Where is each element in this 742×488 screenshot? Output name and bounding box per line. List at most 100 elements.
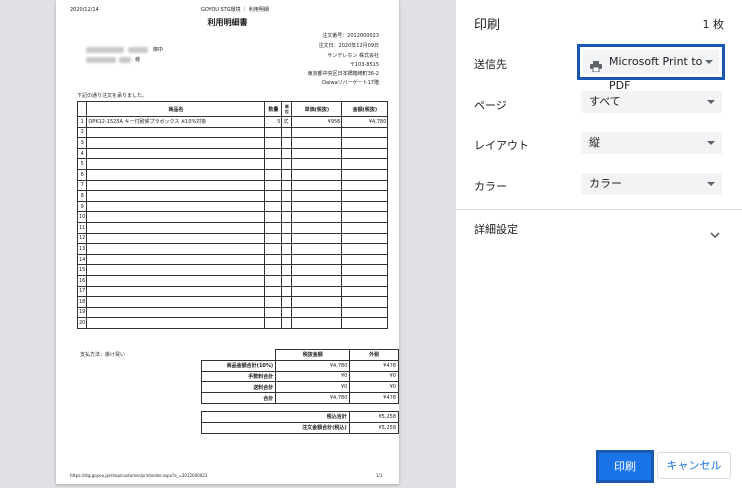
cell-qty (264, 274, 283, 287)
cell-amount (341, 190, 389, 202)
table-row: 19 (76, 306, 389, 319)
cell-qty: 5 (264, 116, 283, 128)
cell-no: 10 (76, 211, 88, 223)
cell-no: 5 (76, 158, 88, 170)
order-date: 注文日：2020年12月09日 (318, 43, 379, 49)
cell-price (291, 200, 343, 213)
cell-name (86, 190, 266, 202)
total-value: ¥5,258 (348, 421, 400, 434)
payment-method: 支払方法：掛け買い (80, 352, 126, 358)
cell-unit (281, 211, 293, 223)
summary-excl: ¥4,780 (275, 359, 351, 372)
table-row: 13 (76, 243, 389, 255)
cell-name (86, 253, 266, 266)
page-number: 1/1 (376, 473, 383, 478)
cell-price (291, 221, 343, 234)
table-row: 14 (76, 253, 389, 266)
cell-name (86, 232, 266, 245)
cell-no: 3 (76, 137, 88, 149)
cell-no: 15 (76, 264, 88, 276)
cell-unit: 式 (281, 116, 293, 128)
cancel-button[interactable]: キャンセル (657, 452, 731, 479)
pages-label: ページ (474, 99, 507, 112)
cell-amount (341, 179, 389, 192)
more-settings-toggle[interactable]: 詳細設定 (456, 214, 742, 242)
cell-no: 16 (76, 274, 88, 287)
address-line-1: 東京都中央区日本橋箱崎町36-2 (307, 71, 379, 77)
cell-no: 6 (76, 168, 88, 181)
print-button[interactable]: 印刷 (596, 450, 654, 483)
table-row: 20 (76, 317, 389, 329)
layout-select[interactable]: 縦 (581, 132, 722, 154)
cell-price (291, 190, 343, 202)
recipient-suffix: 御中 (153, 47, 164, 53)
cell-unit (281, 179, 293, 192)
items-header-row: 商品名 数量 単位 単価(税抜) 金額(税抜) (76, 101, 389, 117)
cell-name (86, 264, 266, 276)
cell-unit (281, 137, 293, 149)
layout-label: レイアウト (474, 139, 529, 152)
cell-no: 11 (76, 221, 88, 234)
cell-qty (264, 221, 283, 234)
cell-unit (281, 296, 293, 308)
summary-header-row: 税抜金額 外税 (202, 349, 399, 361)
cell-no: 13 (76, 243, 88, 255)
total-row: 注文金額合計(税込) ¥5,258 (201, 421, 400, 434)
cell-qty (264, 158, 283, 170)
table-row: 10 (76, 211, 389, 223)
cell-amount (341, 147, 389, 160)
color-select[interactable]: カラー (581, 173, 722, 195)
chevron-down-icon (705, 60, 713, 64)
company-name: サンデレホン 株式会社 (327, 53, 379, 59)
cell-price (291, 243, 343, 255)
cell-unit (281, 253, 293, 266)
table-row: 2 (76, 126, 389, 139)
cell-qty (264, 253, 283, 266)
cell-no: 2 (76, 126, 88, 139)
cell-no: 9 (76, 200, 88, 213)
panel-divider (456, 209, 742, 210)
order-number: 注文番号：2012000023 (322, 33, 379, 39)
cell-price (291, 137, 343, 149)
cell-amount (341, 158, 389, 170)
printer-icon (590, 57, 602, 81)
table-row: 16 (76, 274, 389, 287)
cell-no: 19 (76, 306, 88, 319)
cell-qty (264, 285, 283, 298)
table-row: 4 (76, 147, 389, 160)
doc-title: 利用明細書 (207, 18, 248, 27)
table-row: 3 (76, 137, 389, 149)
cell-qty (264, 137, 283, 149)
cell-amount: ¥4,780 (341, 116, 389, 128)
cell-unit (281, 147, 293, 160)
destination-label: 送信先 (474, 58, 507, 71)
summary-label: 手数料合計 (200, 370, 277, 383)
total-value: ¥5,258 (348, 411, 400, 423)
address-line-2: Daiwaリバーゲート17階 (322, 80, 379, 86)
redacted-name (86, 57, 116, 63)
cell-amount (341, 306, 389, 319)
pages-select[interactable]: すべて (581, 91, 722, 113)
table-row: 12 (76, 232, 389, 245)
col-no (76, 101, 88, 117)
cell-price (291, 158, 343, 170)
summary-row: 送料合計 ¥0 ¥0 (200, 381, 399, 394)
cell-price (291, 296, 343, 308)
cell-unit (281, 126, 293, 139)
cell-unit (281, 306, 293, 319)
cell-qty (264, 179, 283, 192)
doc-header: GOYOU STG環境 ｜ 利用明細 (201, 7, 269, 13)
summary-head-tax: 外税 (349, 349, 399, 361)
recipient-suffix-2: 様 (135, 57, 141, 63)
summary-row: 手数料合計 ¥0 ¥0 (200, 370, 399, 383)
cell-amount (341, 221, 389, 234)
intro-text: 下記の通り注文を承りました。 (77, 93, 148, 99)
cell-name (86, 158, 266, 170)
cell-unit (281, 264, 293, 276)
cell-unit (281, 243, 293, 255)
cell-unit (281, 274, 293, 287)
summary-label: 送料合計 (200, 381, 277, 394)
summary-excl: ¥0 (275, 370, 351, 383)
cell-no: 7 (76, 179, 88, 192)
destination-select[interactable]: Microsoft Print to PDF (577, 44, 725, 92)
